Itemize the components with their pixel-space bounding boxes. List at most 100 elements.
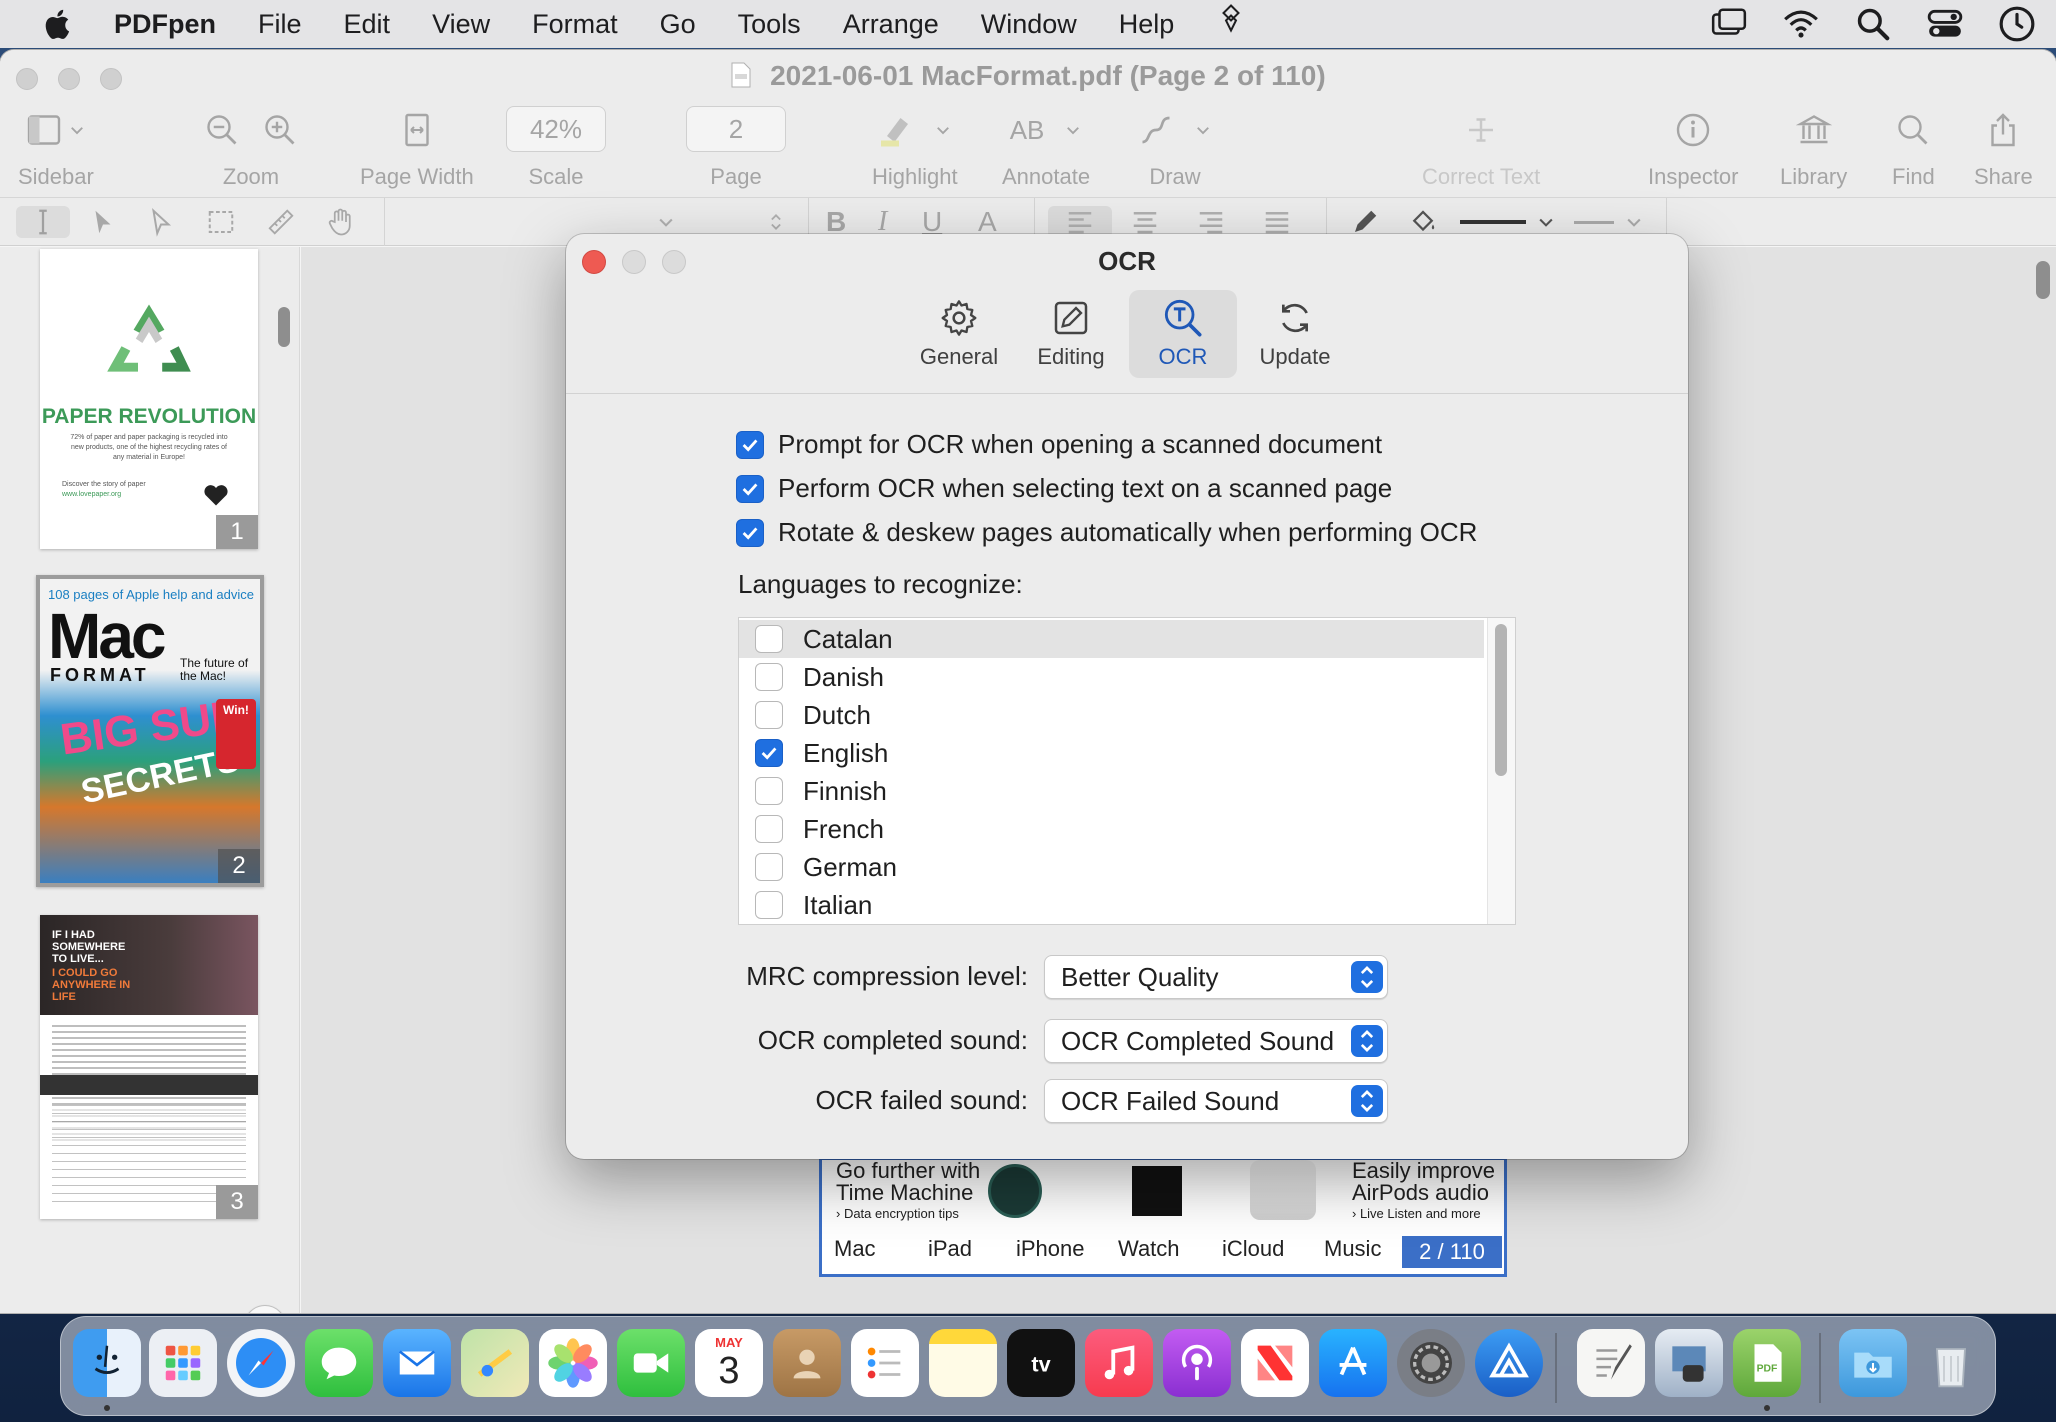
languages-scrollbar[interactable] (1495, 624, 1507, 776)
page-thumbnail-2[interactable]: 108 pages of Apple help and advice Mac F… (36, 575, 264, 887)
language-row-english[interactable]: English (739, 734, 1484, 772)
toolbar-share[interactable]: Share (1974, 106, 2033, 190)
dock-affinity-icon[interactable] (1475, 1329, 1543, 1397)
language-row-catalan[interactable]: Catalan (739, 620, 1484, 658)
dock-mail-icon[interactable] (383, 1329, 451, 1397)
menu-tools[interactable]: Tools (717, 0, 822, 48)
dock-pdfpen-icon[interactable]: PDF (1733, 1329, 1801, 1397)
dock-music-icon[interactable] (1085, 1329, 1153, 1397)
dock-messages-icon[interactable] (305, 1329, 373, 1397)
spotlight-search-icon[interactable] (1854, 5, 1892, 43)
toolbar-library[interactable]: Library (1780, 106, 1847, 190)
scale-field[interactable]: 42% (506, 106, 606, 152)
dock-launchpad-icon[interactable] (149, 1329, 217, 1397)
toolbar-correct-text[interactable]: Correct Text (1422, 106, 1540, 190)
object-select-tool[interactable] (146, 206, 176, 238)
option-rotate-deskew[interactable]: Rotate & deskew pages automatically when… (736, 517, 1477, 548)
tab-ocr[interactable]: OCR (1129, 290, 1237, 378)
page-number-field[interactable]: 2 (686, 106, 786, 152)
checkbox-language[interactable] (755, 739, 783, 767)
page-width-icon (405, 113, 429, 147)
hand-tool[interactable] (326, 206, 356, 238)
tab-editing[interactable]: Editing (1017, 290, 1125, 378)
menu-file[interactable]: File (237, 0, 323, 48)
dock-finder-icon[interactable] (73, 1329, 141, 1397)
dock-notes-icon[interactable] (929, 1329, 997, 1397)
checkbox-language[interactable] (755, 663, 783, 691)
language-row-finnish[interactable]: Finnish (739, 772, 1484, 810)
toolbar-inspector[interactable]: Inspector (1648, 106, 1739, 190)
document-scrollbar[interactable] (2036, 261, 2050, 299)
dock-tv-icon[interactable]: tv (1007, 1329, 1075, 1397)
dock-facetime-icon[interactable] (617, 1329, 685, 1397)
dock-maps-icon[interactable] (461, 1329, 529, 1397)
checkbox-language[interactable] (755, 701, 783, 729)
dock-preview-icon[interactable] (1655, 1329, 1723, 1397)
apple-menu-icon[interactable] (0, 0, 112, 48)
language-row-italian[interactable]: Italian (739, 886, 1484, 924)
option-prompt-ocr[interactable]: Prompt for OCR when opening a scanned do… (736, 429, 1382, 460)
dock-news-icon[interactable] (1241, 1329, 1309, 1397)
checkbox-rotate-deskew[interactable] (736, 518, 764, 547)
toolbar-highlight[interactable]: Highlight (872, 106, 958, 190)
thumbnail-size-slider-knob[interactable] (244, 1305, 286, 1313)
dock-reminders-icon[interactable] (851, 1329, 919, 1397)
control-center-icon[interactable] (1926, 5, 1964, 43)
dock-photos-icon[interactable] (539, 1329, 607, 1397)
toolbar-draw[interactable]: Draw (1138, 106, 1212, 190)
app-menu[interactable]: PDFpen (112, 0, 237, 48)
wifi-icon[interactable] (1782, 5, 1820, 43)
language-row-dutch[interactable]: Dutch (739, 696, 1484, 734)
completed-sound-popup[interactable]: OCR Completed Sound (1044, 1019, 1388, 1063)
dock-trash-icon[interactable] (1917, 1329, 1985, 1397)
dock-calendar-icon[interactable]: MAY 3 (695, 1329, 763, 1397)
dock-system-preferences-icon[interactable] (1397, 1329, 1465, 1397)
sidebar-scrollbar[interactable] (278, 307, 290, 347)
dock-podcasts-icon[interactable] (1163, 1329, 1231, 1397)
clock-icon[interactable] (1998, 5, 2036, 43)
language-row-danish[interactable]: Danish (739, 658, 1484, 696)
menu-go[interactable]: Go (639, 0, 717, 48)
mrc-compression-popup[interactable]: Better Quality (1044, 955, 1388, 999)
dock-safari-icon[interactable] (227, 1329, 295, 1397)
measure-tool[interactable] (266, 206, 296, 238)
tab-general[interactable]: General (905, 290, 1013, 378)
menu-edit[interactable]: Edit (323, 0, 412, 48)
menu-window[interactable]: Window (960, 0, 1098, 48)
dock-textedit-icon[interactable] (1577, 1329, 1645, 1397)
menu-view[interactable]: View (411, 0, 511, 48)
languages-list[interactable]: Catalan Danish Dutch English Finnish Fre… (738, 617, 1516, 925)
dock-contacts-icon[interactable] (773, 1329, 841, 1397)
checkbox-language[interactable] (755, 853, 783, 881)
menu-arrange[interactable]: Arrange (822, 0, 960, 48)
checkbox-language[interactable] (755, 625, 783, 653)
dock-downloads-folder-icon[interactable] (1839, 1329, 1907, 1397)
text-select-tool[interactable] (16, 206, 70, 238)
option-perform-ocr[interactable]: Perform OCR when selecting text on a sca… (736, 473, 1392, 504)
toolbar-sidebar[interactable]: Sidebar (18, 106, 94, 190)
checkbox-prompt-ocr[interactable] (736, 430, 764, 459)
checkbox-language[interactable] (755, 891, 783, 919)
dock-app-store-icon[interactable] (1319, 1329, 1387, 1397)
zoom-in-icon[interactable] (262, 112, 298, 148)
language-row-french[interactable]: French (739, 810, 1484, 848)
select-tool[interactable] (88, 206, 118, 238)
zoom-out-icon[interactable] (204, 112, 240, 148)
toolbar-annotate[interactable]: AB Annotate (1002, 106, 1090, 190)
tab-update[interactable]: Update (1241, 290, 1349, 378)
document-page[interactable]: Go further with Time Machine › Data encr… (819, 1157, 1507, 1277)
script-icon[interactable] (1195, 0, 1267, 48)
language-row-german[interactable]: German (739, 848, 1484, 886)
screen-mirroring-icon[interactable] (1710, 5, 1748, 43)
marquee-tool[interactable] (206, 206, 236, 238)
checkbox-language[interactable] (755, 815, 783, 843)
failed-sound-popup[interactable]: OCR Failed Sound (1044, 1079, 1388, 1123)
checkbox-language[interactable] (755, 777, 783, 805)
toolbar-page-width[interactable]: Page Width (360, 106, 474, 190)
menu-format[interactable]: Format (511, 0, 639, 48)
page-thumbnail-1[interactable]: PAPER REVOLUTION 72% of paper and paper … (40, 249, 258, 549)
checkbox-perform-ocr[interactable] (736, 474, 764, 503)
page-thumbnail-3[interactable]: IF I HAD SOMEWHERE TO LIVE... I COULD GO… (40, 915, 258, 1219)
menu-help[interactable]: Help (1098, 0, 1196, 48)
toolbar-find[interactable]: Find (1892, 106, 1935, 190)
